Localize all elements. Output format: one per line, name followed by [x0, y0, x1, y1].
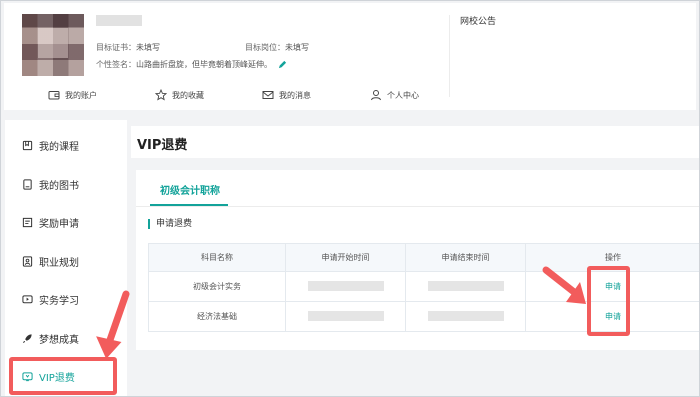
sidebar-item-label: 梦想成真 [39, 334, 79, 346]
redacted-value [427, 310, 504, 321]
nav-personal-center-label: 个人中心 [387, 90, 419, 100]
sidebar-item-label: 实务学习 [39, 295, 79, 307]
nav-my-favorites-label: 我的收藏 [172, 90, 204, 100]
sidebar-item-reward-apply[interactable]: 奖励申请 [5, 203, 127, 241]
arrow-to-vip-icon [96, 290, 130, 359]
course-icon [22, 140, 33, 150]
career-icon [22, 255, 33, 267]
section-title: 申请退费 [148, 219, 192, 229]
sidebar-item-label: 奖励申请 [39, 218, 79, 230]
book-icon [23, 178, 32, 190]
apply-highlight-annotation [587, 266, 630, 336]
column-header: 申请开始时间 [285, 243, 406, 272]
target-cert-value: 未填写 [136, 43, 160, 52]
end-time-cell [405, 271, 526, 302]
start-time-cell [285, 301, 406, 332]
redacted-value [427, 280, 504, 291]
redacted-value [307, 310, 384, 321]
nav-my-account-label: 我的账户 [65, 90, 97, 100]
start-time-cell [285, 271, 406, 302]
tab-divider [136, 206, 700, 207]
nav-my-messages[interactable]: 我的消息 [262, 89, 311, 101]
target-post: 目标岗位：未填写 [245, 42, 309, 53]
redacted-value [307, 280, 384, 291]
reward-icon [22, 217, 33, 227]
tab-primary-accounting[interactable]: 初级会计职称 [160, 182, 220, 197]
sidebar-item-career-planning[interactable]: 职业规划 [5, 242, 127, 280]
notice-title: 网校公告 [460, 17, 497, 27]
column-header: 科目名称 [148, 243, 286, 272]
wallet-icon [48, 91, 60, 100]
rocket-icon [22, 333, 32, 343]
nav-my-messages-label: 我的消息 [279, 90, 311, 100]
page-title: VIP退费 [137, 138, 188, 153]
mail-icon [262, 91, 274, 99]
target-post-label: 目标岗位： [245, 43, 285, 52]
target-cert: 目标证书：未填写 [96, 42, 160, 53]
sidebar-item-label: 我的课程 [39, 141, 79, 153]
nav-my-account[interactable]: 我的账户 [48, 89, 97, 101]
signature: 个性签名：山路曲折盘旋，但毕竟朝着顶峰延伸。 [96, 59, 272, 70]
profile-header: 目标证书：未填写 目标岗位：未填写 个性签名：山路曲折盘旋，但毕竟朝着顶峰延伸。… [4, 3, 696, 110]
nav-personal-center[interactable]: 个人中心 [370, 89, 419, 101]
subject-cell: 初级会计实务 [148, 271, 286, 302]
signature-label: 个性签名： [96, 60, 136, 69]
nav-my-favorites[interactable]: 我的收藏 [155, 89, 204, 101]
target-cert-label: 目标证书： [96, 43, 136, 52]
edit-pencil-icon[interactable] [278, 60, 287, 69]
column-header: 申请结束时间 [405, 243, 526, 272]
practice-icon [22, 294, 33, 303]
sidebar-item-label: 我的图书 [39, 180, 79, 192]
sidebar-item-my-courses[interactable]: 我的课程 [5, 126, 127, 164]
user-icon [371, 90, 381, 101]
sidebar-item-label: 职业规划 [39, 257, 79, 269]
target-post-value: 未填写 [285, 43, 309, 52]
arrow-to-apply-icon [542, 266, 586, 304]
username-redacted [96, 15, 142, 26]
star-icon [155, 89, 167, 101]
sidebar-item-my-books[interactable]: 我的图书 [5, 165, 127, 203]
main-title-bar: VIP退费 [131, 126, 700, 158]
sidebar-vip-highlight-annotation [9, 357, 117, 395]
subject-cell: 经济法基础 [148, 301, 286, 332]
end-time-cell [405, 301, 526, 332]
avatar[interactable] [22, 14, 84, 76]
signature-value: 山路曲折盘旋，但毕竟朝着顶峰延伸。 [136, 60, 272, 69]
header-divider [449, 15, 450, 97]
